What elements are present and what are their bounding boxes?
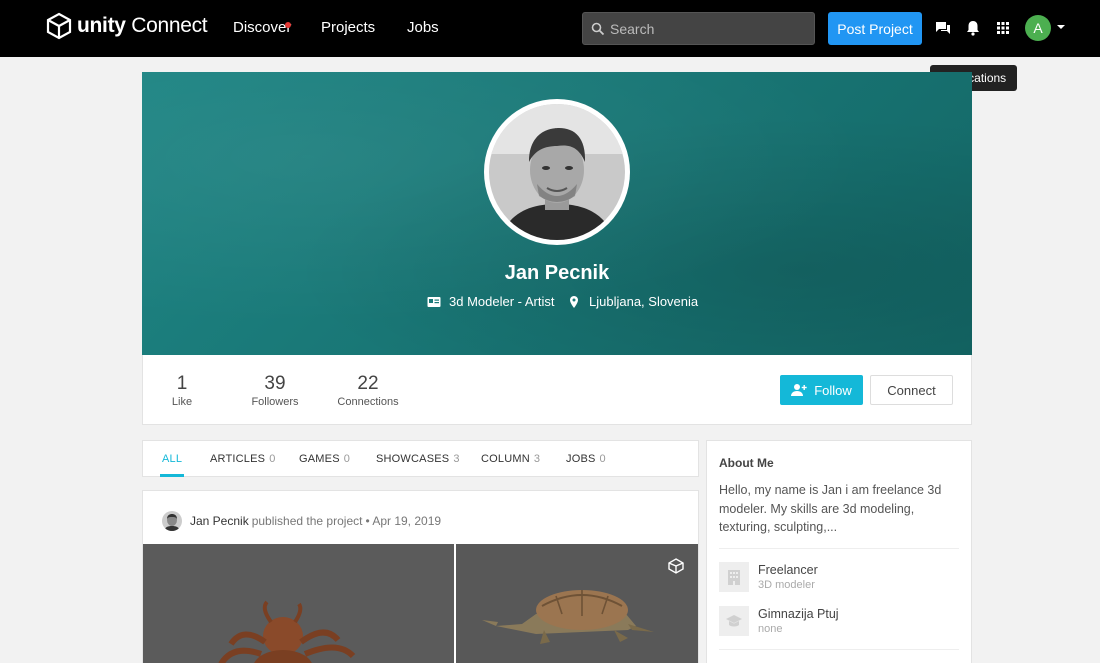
- connect-button[interactable]: Connect: [870, 375, 953, 405]
- discover-notification-dot: [285, 22, 291, 28]
- follow-button[interactable]: Follow: [780, 375, 863, 405]
- profile-location: Ljubljana, Slovenia: [567, 294, 698, 309]
- post-card: Jan Pecnik published the project • Apr 1…: [142, 490, 699, 663]
- divider: [719, 548, 959, 549]
- education-subtitle: none: [758, 623, 783, 635]
- stat-followers[interactable]: 39 Followers: [247, 373, 303, 408]
- about-heading: About Me: [719, 456, 774, 470]
- post-author-avatar[interactable]: [162, 511, 182, 531]
- nav-projects[interactable]: Projects: [321, 19, 375, 36]
- about-me-card: About Me Hello, my name is Jan i am free…: [706, 440, 972, 663]
- tab-articles[interactable]: ARTICLES 0: [210, 453, 276, 465]
- work-item: Freelancer 3D modeler: [719, 562, 818, 592]
- education-item: Gimnazija Ptuj none: [719, 606, 839, 636]
- building-icon: [728, 570, 740, 585]
- search-icon: [591, 22, 605, 36]
- graduation-cap-icon: [726, 615, 742, 627]
- tab-all[interactable]: ALL: [162, 453, 182, 465]
- user-avatar[interactable]: A: [1025, 15, 1051, 41]
- project-image-spider[interactable]: [143, 544, 454, 663]
- nav-jobs[interactable]: Jobs: [407, 19, 439, 36]
- unity-badge-icon: [668, 558, 684, 574]
- notifications-bell-icon[interactable]: [964, 19, 982, 37]
- stat-connections[interactable]: 22 Connections: [335, 373, 401, 408]
- tab-column[interactable]: COLUMN 3: [481, 453, 540, 465]
- search-input[interactable]: [610, 13, 810, 44]
- add-person-icon: [791, 384, 807, 396]
- brand-name: unity Connect: [77, 14, 208, 37]
- profile-title: 3d Modeler - Artist: [427, 294, 555, 309]
- tab-showcases[interactable]: SHOWCASES 3: [376, 453, 460, 465]
- post-date: • Apr 19, 2019: [365, 514, 442, 528]
- profile-name: Jan Pecnik: [504, 262, 610, 284]
- post-header: Jan Pecnik published the project • Apr 1…: [162, 511, 441, 531]
- unity-logo-icon: [46, 12, 72, 40]
- divider: [719, 649, 959, 650]
- profile-stats-bar: 1 Like 39 Followers 22 Connections Follo…: [142, 355, 972, 425]
- stat-likes[interactable]: 1 Like: [163, 373, 201, 408]
- project-image-turtle[interactable]: [456, 544, 698, 663]
- id-card-icon: [427, 296, 441, 307]
- active-tab-indicator: [160, 474, 184, 477]
- apps-grid-icon[interactable]: [994, 19, 1012, 37]
- top-nav: unity Connect Discover Projects Jobs Pos…: [0, 0, 1100, 57]
- search-box[interactable]: [582, 12, 815, 45]
- post-project-button[interactable]: Post Project: [828, 12, 922, 45]
- work-title: Freelancer: [758, 563, 818, 577]
- location-pin-icon: [570, 295, 578, 308]
- about-bio: Hello, my name is Jan i am freelance 3d …: [719, 483, 942, 534]
- chevron-down-icon[interactable]: [1057, 25, 1065, 29]
- tab-games[interactable]: GAMES 0: [299, 453, 350, 465]
- profile-cover: Jan Pecnik 3d Modeler - Artist Ljubljana…: [142, 72, 972, 355]
- tab-jobs[interactable]: JOBS 0: [566, 453, 606, 465]
- profile-photo[interactable]: [484, 99, 630, 245]
- work-subtitle: 3D modeler: [758, 579, 815, 591]
- turtle-model-image: [456, 544, 698, 663]
- nav-discover[interactable]: Discover: [233, 19, 291, 36]
- unity-connect-logo[interactable]: unity Connect: [45, 12, 208, 40]
- education-title: Gimnazija Ptuj: [758, 607, 839, 621]
- post-action-text: published the project: [251, 514, 363, 528]
- post-author-name[interactable]: Jan Pecnik: [190, 514, 249, 528]
- profile-portrait-image: [489, 104, 625, 240]
- content-tabs: ALL ARTICLES 0 GAMES 0 SHOWCASES 3 COLUMN 3 …: [142, 440, 699, 477]
- messages-icon[interactable]: [934, 19, 952, 37]
- spider-model-image: [143, 544, 454, 663]
